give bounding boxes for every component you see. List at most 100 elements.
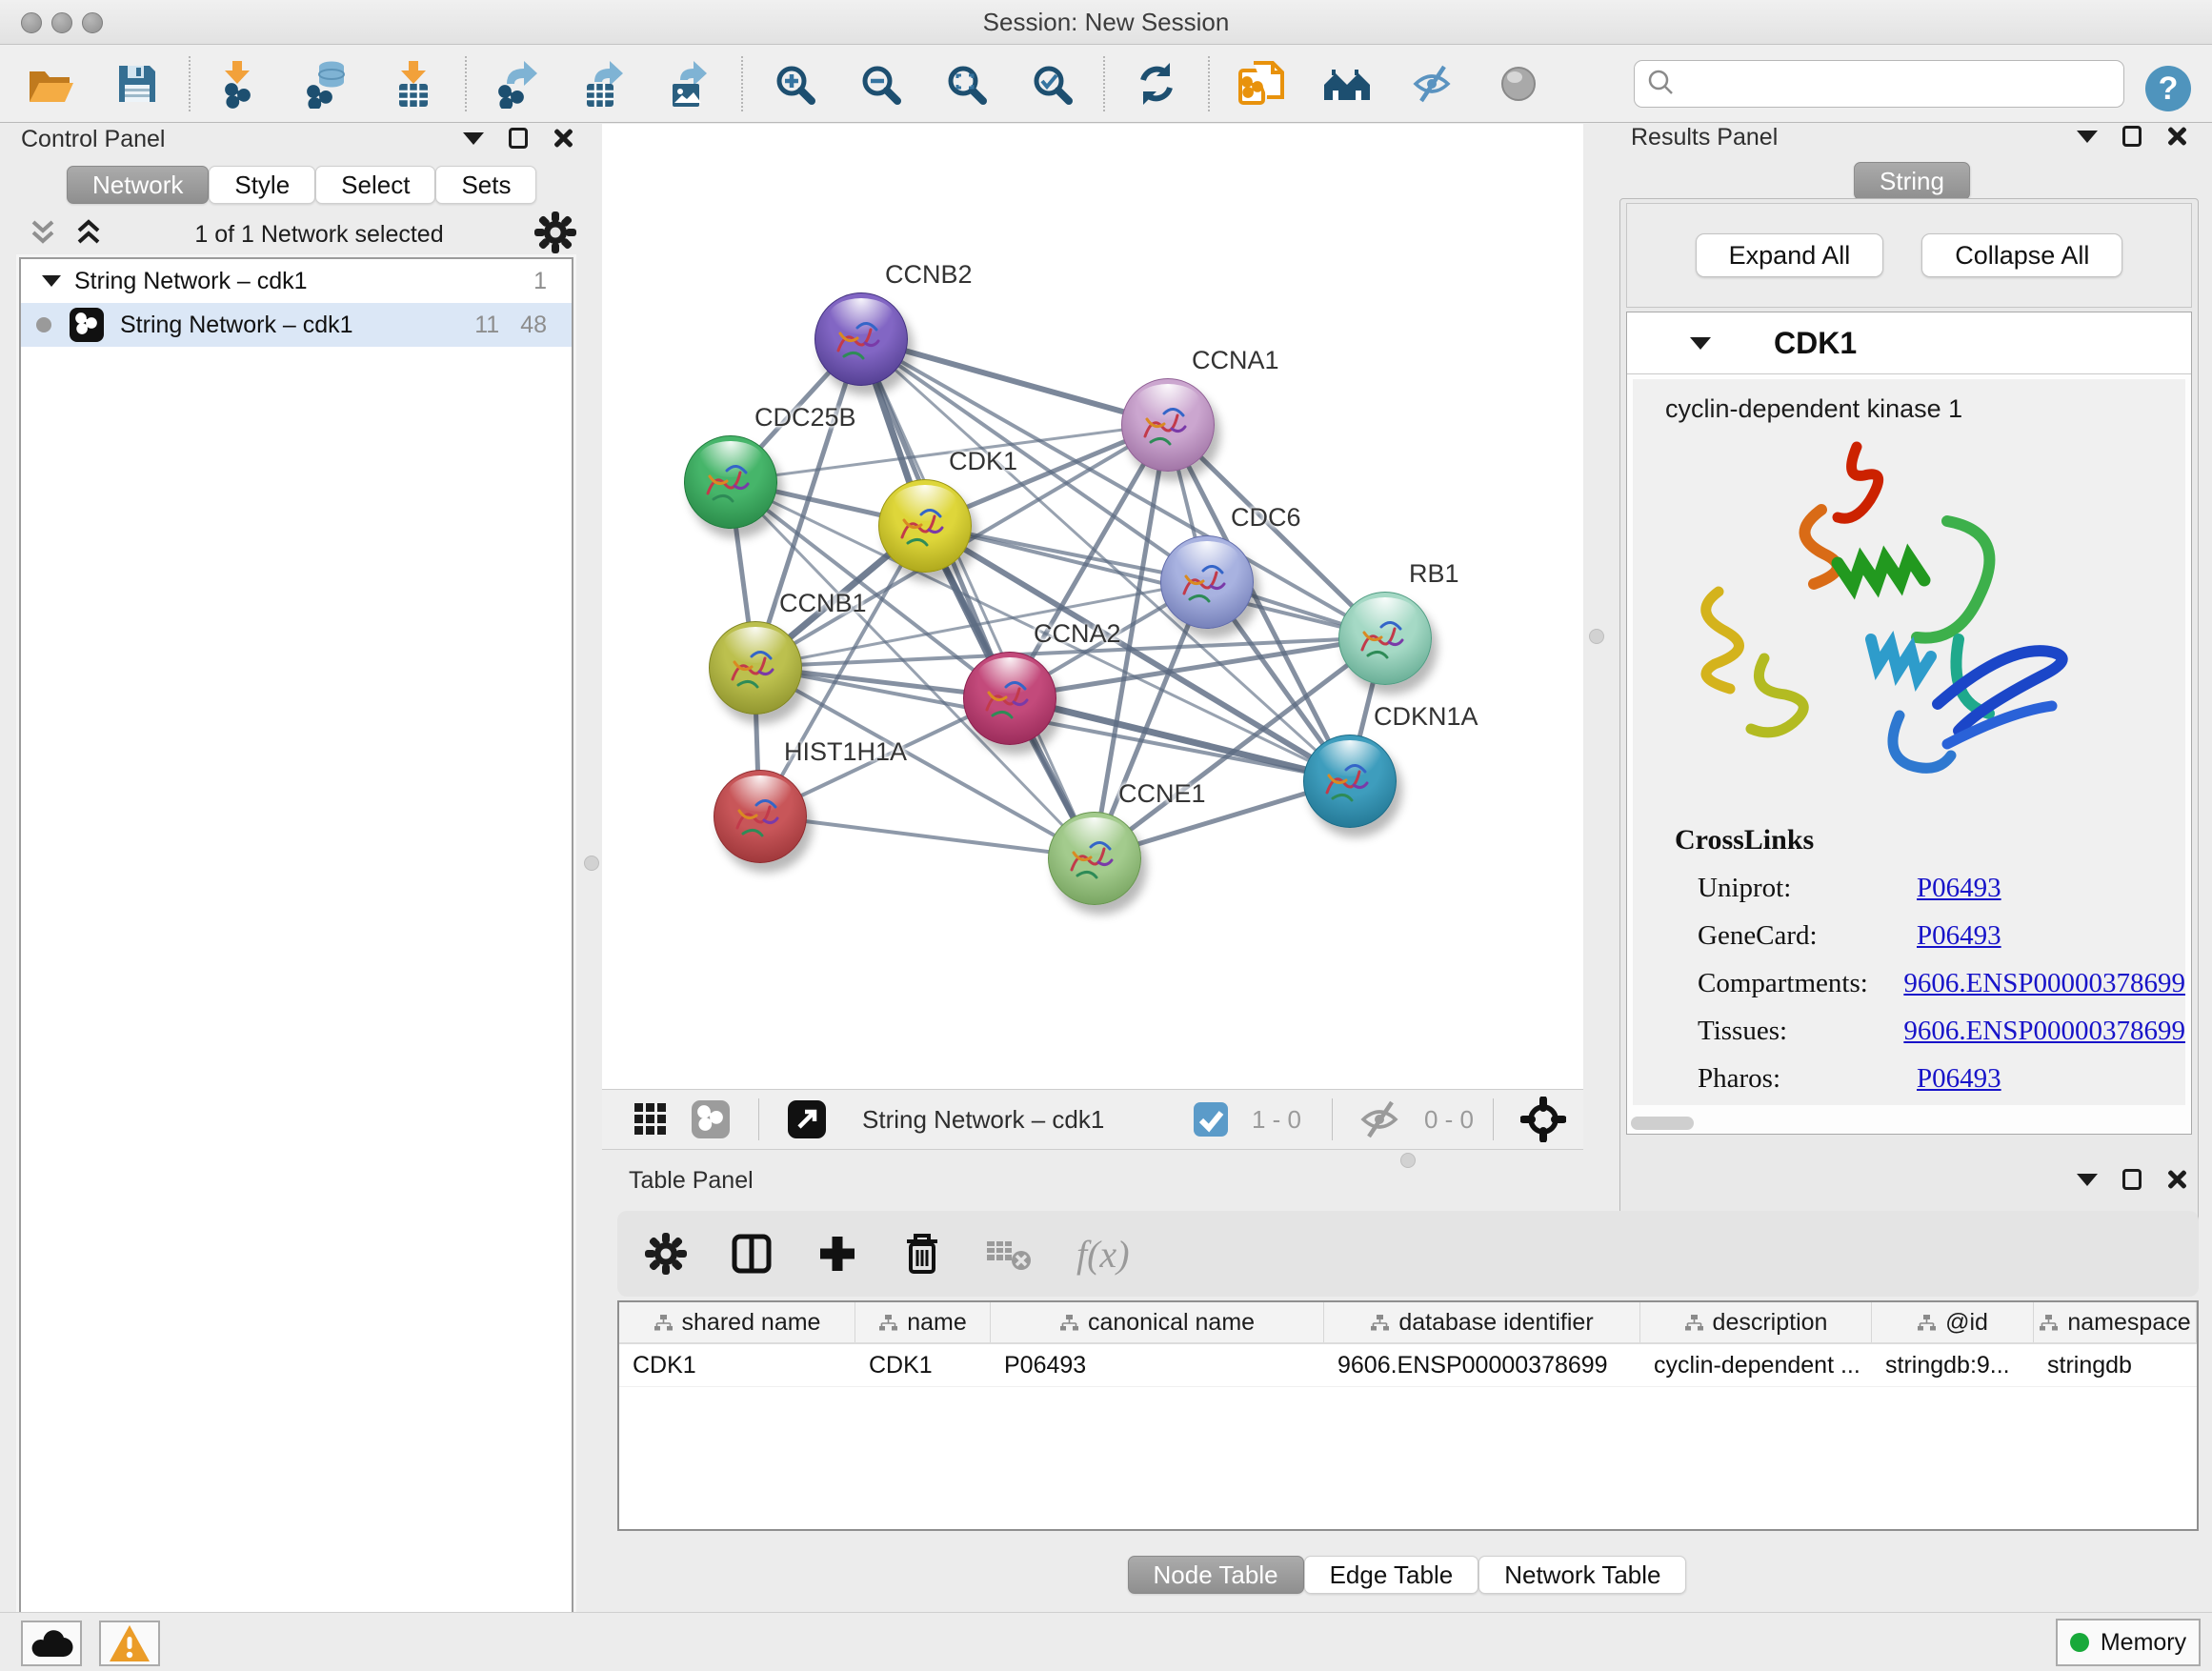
warnings-button[interactable] (99, 1621, 160, 1666)
zoom-fit-button[interactable] (939, 57, 993, 111)
table-cell[interactable]: stringdb (2034, 1344, 2197, 1386)
node-label-ccna2: CCNA2 (1034, 619, 1121, 649)
collapse-all-button[interactable]: Collapse All (1921, 233, 2122, 277)
detach-view-icon[interactable] (786, 1098, 828, 1140)
import-table-button[interactable] (387, 57, 440, 111)
table-row[interactable]: CDK1CDK1P064939606.ENSP00000378699cyclin… (619, 1344, 2197, 1387)
crosslink-link[interactable]: P06493 (1917, 920, 2001, 952)
network-row[interactable]: String Network – cdk1 11 48 (21, 303, 572, 347)
results-panel-close-icon[interactable] (2166, 126, 2187, 147)
table-panel-close-icon[interactable] (2166, 1169, 2187, 1190)
control-panel-menu-icon[interactable] (463, 132, 484, 145)
show-graphics-button[interactable] (1492, 57, 1545, 111)
table-cell[interactable]: stringdb:9... (1872, 1344, 2034, 1386)
cloud-button[interactable] (21, 1621, 82, 1666)
table-settings-gear-icon[interactable] (644, 1232, 688, 1276)
results-scrollbar-thumb[interactable] (1631, 1117, 1694, 1130)
bottom-splitter-handle[interactable] (1400, 1153, 1416, 1168)
network-node-ccne1[interactable] (1048, 812, 1141, 905)
show-grid-icon[interactable] (631, 1099, 671, 1139)
search-input[interactable] (1682, 70, 2123, 98)
search-box[interactable] (1634, 60, 2124, 108)
tab-sets[interactable]: Sets (435, 166, 536, 204)
memory-status-icon (2070, 1633, 2089, 1652)
network-canvas[interactable]: CCNB2CCNA1CDC25BCDK1CDC6RB1CCNB1CCNA2CDK… (602, 124, 1583, 1089)
table-cell[interactable]: cyclin-dependent ... (1640, 1344, 1872, 1386)
column-header-canonical-name[interactable]: canonical name (991, 1302, 1324, 1342)
results-panel-float-icon[interactable] (2122, 126, 2142, 147)
show-columns-icon[interactable] (730, 1232, 774, 1276)
tab-edge-table[interactable]: Edge Table (1304, 1556, 1479, 1594)
control-panel-float-icon[interactable] (509, 128, 528, 149)
gene-entry-header[interactable]: CDK1 (1627, 312, 2191, 374)
tab-network[interactable]: Network (67, 166, 209, 204)
crosslink-link[interactable]: P06493 (1917, 1063, 2001, 1095)
open-session-button[interactable] (25, 57, 78, 111)
hide-selected-button[interactable] (1406, 57, 1459, 111)
export-network-button[interactable] (492, 57, 545, 111)
left-splitter-handle[interactable] (584, 856, 599, 871)
network-collection-row[interactable]: String Network – cdk1 1 (21, 259, 572, 303)
network-overview-icon[interactable] (690, 1098, 732, 1140)
network-node-ccna1[interactable] (1121, 378, 1215, 472)
network-node-ccnb1[interactable] (709, 621, 802, 715)
network-node-cdk1[interactable] (878, 479, 972, 573)
table-panel-float-icon[interactable] (2122, 1169, 2142, 1190)
crosslink-link[interactable]: 9606.ENSP00000378699 (1903, 968, 2185, 999)
import-network-button[interactable] (215, 57, 269, 111)
tab-string[interactable]: String (1854, 162, 1970, 200)
network-options-gear-icon[interactable] (533, 211, 577, 259)
column-header-name[interactable]: name (855, 1302, 991, 1342)
zoom-selected-button[interactable] (1025, 57, 1078, 111)
collection-expander-icon[interactable] (42, 275, 61, 287)
gene-expander-icon[interactable] (1690, 337, 1711, 350)
column-header-shared-name[interactable]: shared name (619, 1302, 855, 1342)
table-cell[interactable]: CDK1 (855, 1344, 991, 1386)
title-bar: Session: New Session (0, 0, 2212, 45)
collapse-all-networks-icon[interactable] (27, 218, 59, 252)
tab-network-table[interactable]: Network Table (1478, 1556, 1686, 1594)
add-column-icon[interactable] (815, 1232, 859, 1276)
crosslink-link[interactable]: P06493 (1917, 873, 2001, 904)
network-node-cdc6[interactable] (1160, 535, 1254, 629)
delete-column-icon[interactable] (901, 1231, 943, 1277)
expand-all-button[interactable]: Expand All (1696, 233, 1884, 277)
selected-checkbox-icon[interactable] (1193, 1101, 1229, 1137)
export-table-button[interactable] (577, 57, 631, 111)
hidden-eye-icon[interactable] (1359, 1098, 1401, 1140)
network-node-cdc25b[interactable] (684, 435, 777, 529)
column-header--id[interactable]: @id (1872, 1302, 2034, 1342)
column-header-namespace[interactable]: namespace (2034, 1302, 2197, 1342)
network-node-hist1h1a[interactable] (714, 770, 807, 863)
save-session-button[interactable] (111, 57, 164, 111)
column-header-description[interactable]: description (1640, 1302, 1872, 1342)
help-button[interactable]: ? (2142, 62, 2195, 115)
crosslink-row: Pharos:P06493 (1675, 1063, 2185, 1095)
network-node-ccnb2[interactable] (814, 292, 908, 386)
table-panel-menu-icon[interactable] (2077, 1174, 2098, 1186)
network-node-rb1[interactable] (1338, 592, 1432, 685)
table-cell[interactable]: P06493 (991, 1344, 1324, 1386)
column-header-database-identifier[interactable]: database identifier (1324, 1302, 1640, 1342)
zoom-in-button[interactable] (768, 57, 821, 111)
import-network-file-button[interactable] (1235, 57, 1288, 111)
export-image-button[interactable] (663, 57, 716, 111)
crosslink-link[interactable]: 9606.ENSP00000378699 (1903, 1016, 2185, 1047)
zoom-out-button[interactable] (854, 57, 907, 111)
control-panel-close-icon[interactable] (553, 128, 573, 149)
crosshair-icon[interactable] (1520, 1097, 1566, 1142)
tab-node-table[interactable]: Node Table (1128, 1556, 1304, 1594)
memory-button[interactable]: Memory (2056, 1619, 2201, 1666)
table-cell[interactable]: 9606.ENSP00000378699 (1324, 1344, 1640, 1386)
import-database-button[interactable] (301, 57, 354, 111)
table-cell[interactable]: CDK1 (619, 1344, 855, 1386)
results-panel-menu-icon[interactable] (2077, 131, 2098, 143)
string-query-button[interactable] (1320, 57, 1374, 111)
expand-all-networks-icon[interactable] (72, 218, 105, 252)
right-splitter-handle[interactable] (1589, 629, 1604, 644)
tab-select[interactable]: Select (315, 166, 435, 204)
network-node-cdkn1a[interactable] (1303, 735, 1397, 828)
tab-style[interactable]: Style (209, 166, 315, 204)
network-node-ccna2[interactable] (963, 652, 1056, 745)
refresh-view-button[interactable] (1130, 57, 1183, 111)
